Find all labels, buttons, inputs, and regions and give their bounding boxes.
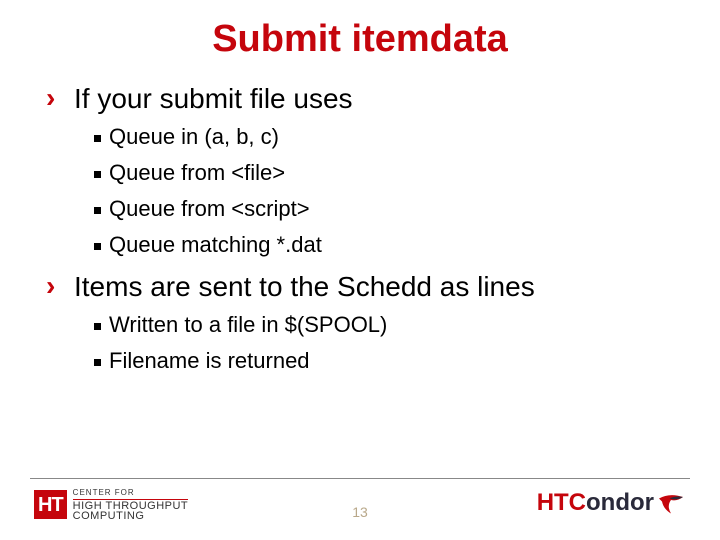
sub-bullet-text: Written to a file in $(SPOOL) [109, 311, 387, 339]
square-bullet-icon [94, 359, 101, 366]
htcondor-logo-text: HTCondor [537, 489, 654, 517]
square-bullet-icon [94, 135, 101, 142]
chtc-line3: COMPUTING [73, 511, 188, 521]
square-bullet-icon [94, 171, 101, 178]
bullet-list: › If your submit file uses Queue in (a, … [40, 83, 680, 375]
sub-bullet-text: Queue from <file> [109, 159, 285, 187]
chtc-logo-text: CENTER FOR HIGH THROUGHPUT COMPUTING [73, 488, 188, 521]
sub-bullet-group: Queue in (a, b, c) Queue from <file> Que… [94, 123, 680, 259]
slide: Submit itemdata › If your submit file us… [0, 0, 720, 540]
htcondor-red-part: HTC [537, 489, 586, 516]
htcondor-dark-part: ondor [586, 489, 654, 516]
sub-bullet-group: Written to a file in $(SPOOL) Filename i… [94, 311, 680, 375]
square-bullet-icon [94, 207, 101, 214]
chtc-logo: HT CENTER FOR HIGH THROUGHPUT COMPUTING [34, 488, 188, 521]
chevron-right-icon: › [46, 271, 64, 301]
chtc-line1: CENTER FOR [73, 488, 188, 500]
bullet-level2: Written to a file in $(SPOOL) [94, 311, 680, 339]
chevron-right-icon: › [46, 83, 64, 113]
square-bullet-icon [94, 243, 101, 250]
ht-badge-icon: HT [34, 490, 67, 519]
bullet-level2: Queue from <file> [94, 159, 680, 187]
bullet-text: Items are sent to the Schedd as lines [74, 271, 535, 303]
footer: 13 HT CENTER FOR HIGH THROUGHPUT COMPUTI… [0, 478, 720, 540]
bullet-level1: › If your submit file uses [46, 83, 680, 115]
bullet-level2: Queue matching *.dat [94, 231, 680, 259]
bullet-level2: Filename is returned [94, 347, 680, 375]
htcondor-logo: HTCondor [537, 488, 686, 518]
bullet-level1: › Items are sent to the Schedd as lines [46, 271, 680, 303]
bullet-text: If your submit file uses [74, 83, 353, 115]
bullet-level2: Queue from <script> [94, 195, 680, 223]
square-bullet-icon [94, 323, 101, 330]
sub-bullet-text: Queue from <script> [109, 195, 310, 223]
sub-bullet-text: Queue in (a, b, c) [109, 123, 279, 151]
condor-bird-icon [656, 488, 686, 518]
bullet-level2: Queue in (a, b, c) [94, 123, 680, 151]
sub-bullet-text: Filename is returned [109, 347, 310, 375]
sub-bullet-text: Queue matching *.dat [109, 231, 322, 259]
footer-divider [30, 478, 690, 479]
slide-title: Submit itemdata [40, 18, 680, 61]
